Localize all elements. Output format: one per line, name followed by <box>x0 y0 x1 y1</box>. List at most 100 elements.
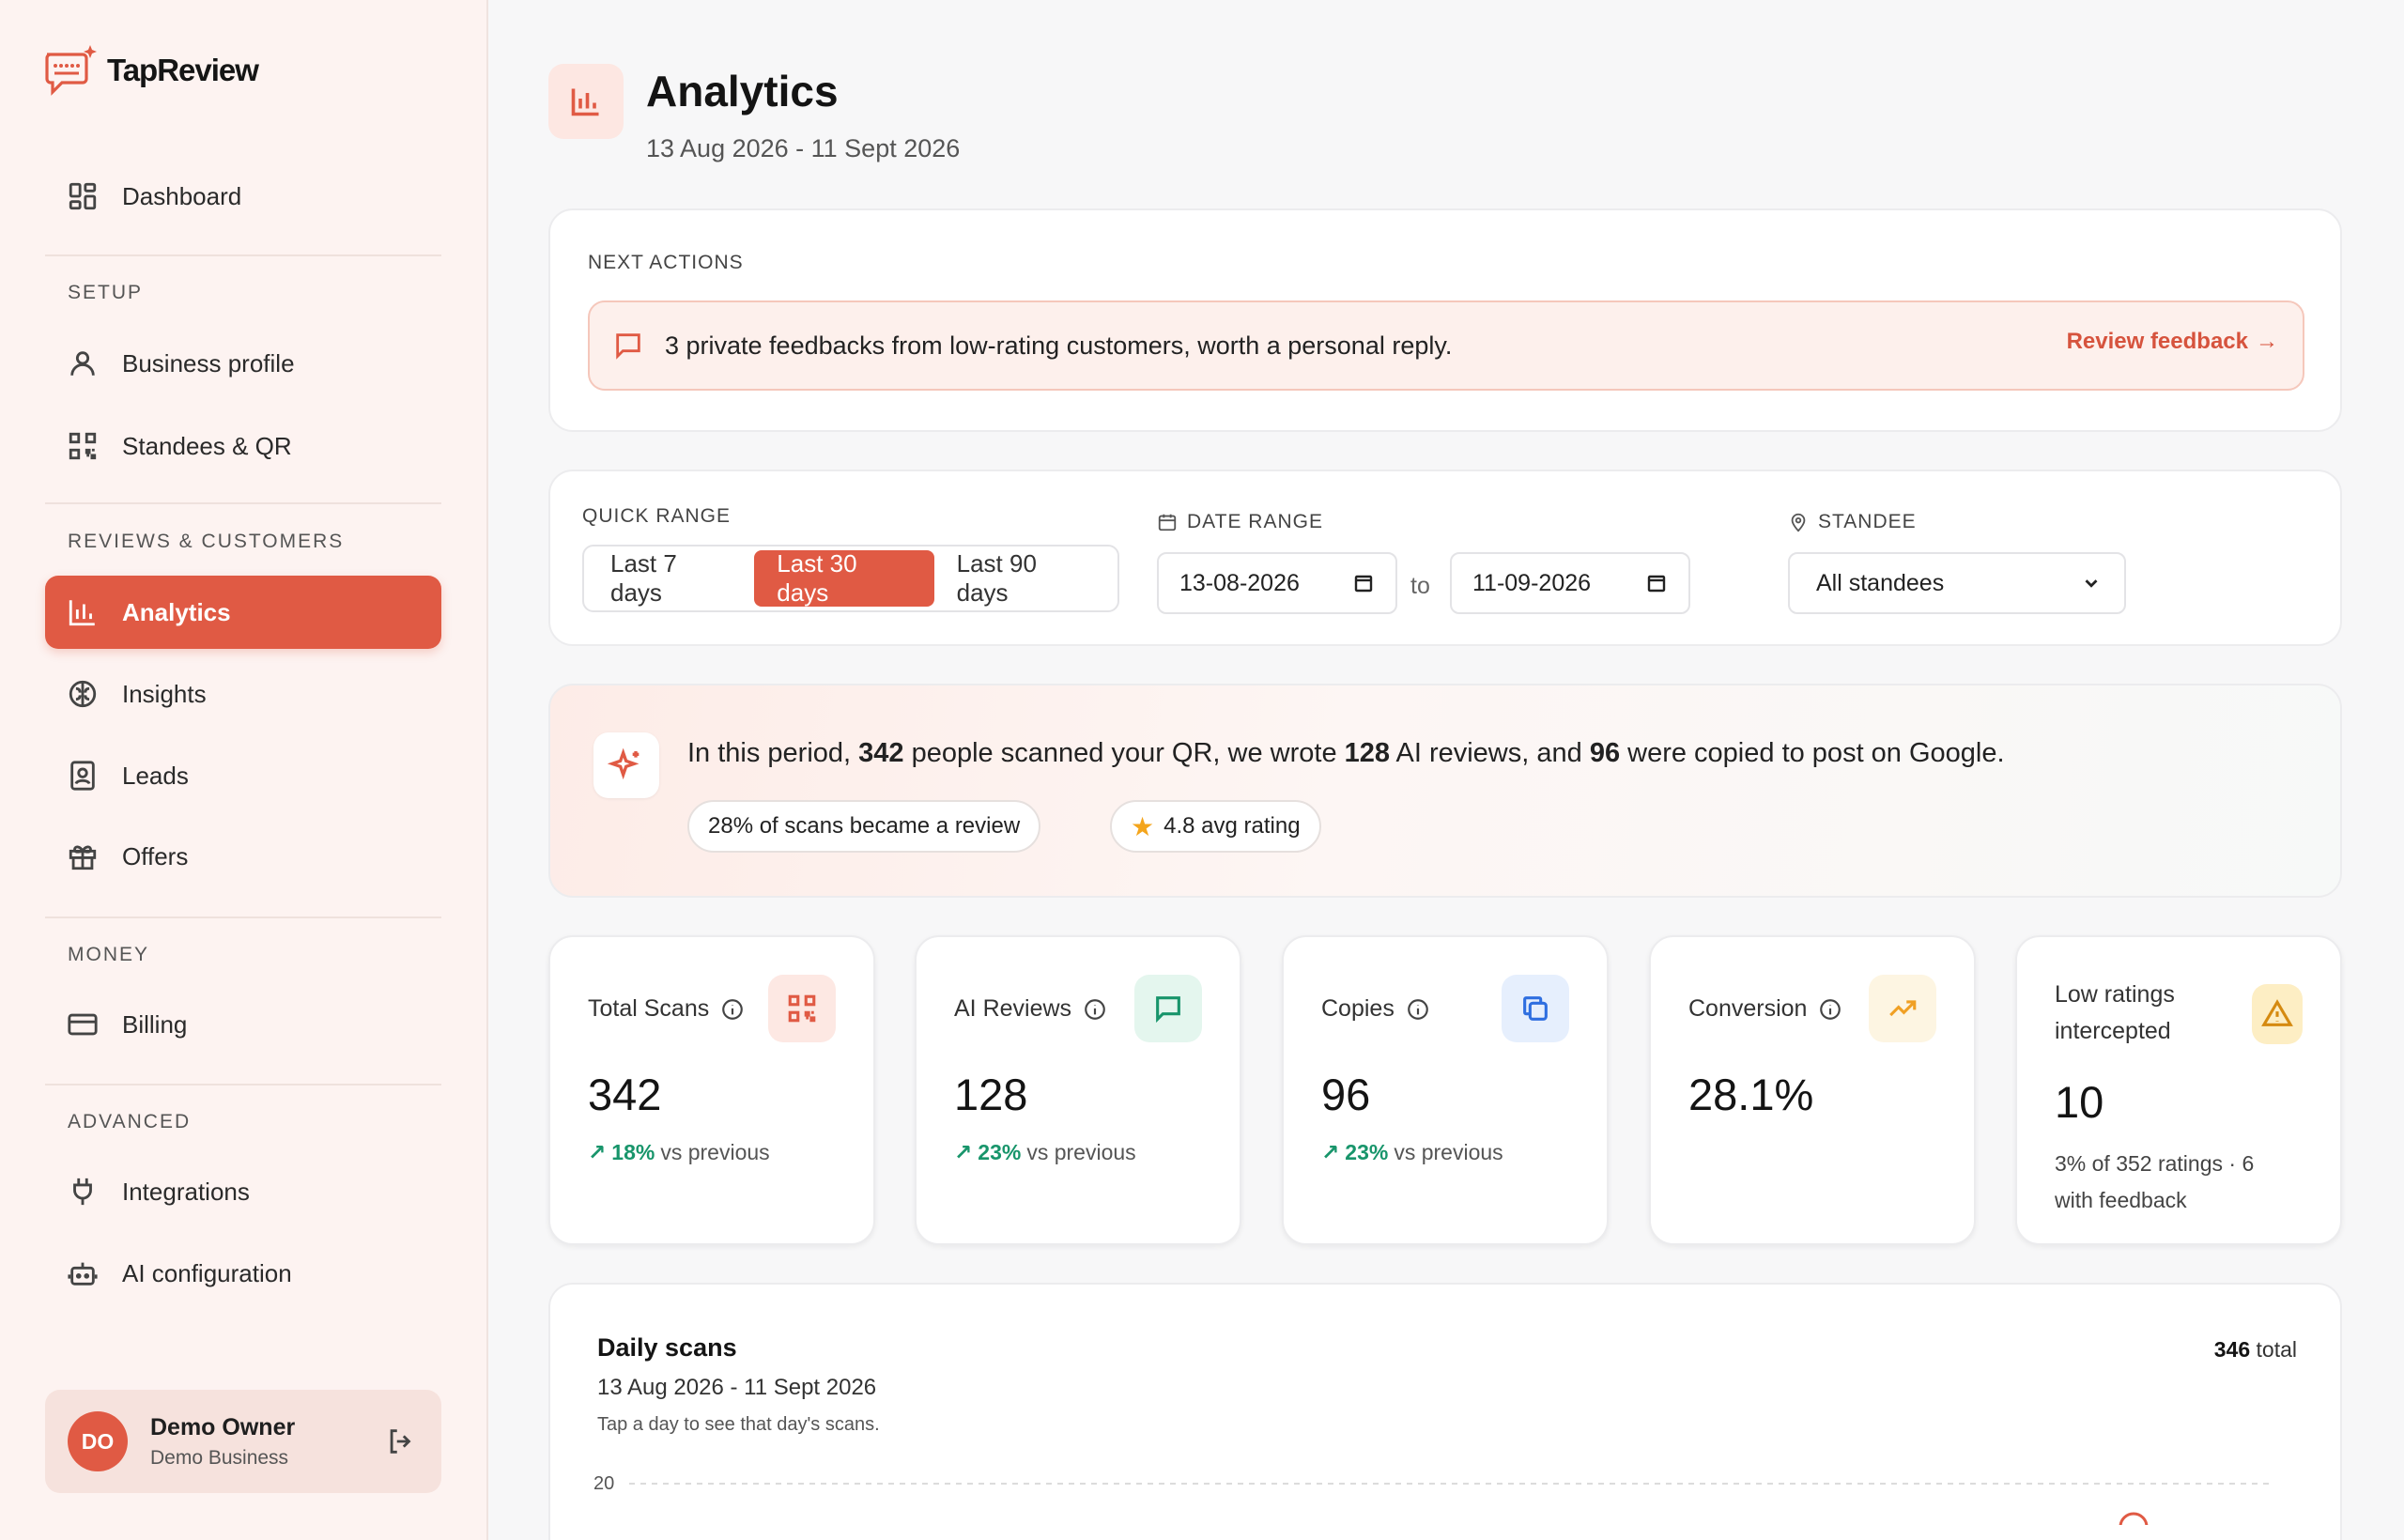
daily-scans-hint: Tap a day to see that day's scans. <box>597 1414 880 1435</box>
stat-card-total-scans: Total Scans 342 ↗ 18% vs previous <box>548 935 875 1245</box>
stat-note: 3% of 352 ratings · 6 with feedback <box>2055 1151 2255 1212</box>
y-tick-label: 20 <box>593 1473 614 1494</box>
trend-up-icon: ↗ <box>954 1140 973 1164</box>
sidebar-item-integrations[interactable]: Integrations <box>45 1155 441 1228</box>
alert-message: 3 private feedbacks from low-rating cust… <box>665 331 1453 360</box>
sidebar-item-label: Leads <box>122 761 189 790</box>
quick-range-segmented: Last 7 days Last 30 days Last 90 days <box>582 545 1119 612</box>
daily-scans-chart[interactable]: 20 <box>588 1459 2278 1525</box>
logout-icon[interactable] <box>385 1425 417 1457</box>
total-label: total <box>2256 1337 2297 1362</box>
sidebar-item-analytics[interactable]: Analytics <box>45 576 441 649</box>
calendar-icon <box>1158 514 1177 531</box>
standee-select[interactable]: All standees <box>1788 552 2126 614</box>
business-name: Demo Business <box>150 1446 289 1469</box>
sidebar-item-offers[interactable]: Offers <box>45 820 441 893</box>
sidebar-item-label: Standees & QR <box>122 431 292 460</box>
stat-card-ai-reviews: AI Reviews 128 ↗ 23% vs previous <box>915 935 1241 1245</box>
page-title: Analytics <box>646 67 839 116</box>
sidebar: TapReview Dashboard SETUP Business profi… <box>0 0 488 1540</box>
stat-value: 342 <box>588 1070 662 1119</box>
stat-label: Conversion <box>1688 995 1842 1023</box>
summary-mid1: people scanned your QR, we wrote <box>903 738 1345 768</box>
stat-delta: ↗ 23% vs previous <box>954 1140 1136 1165</box>
section-label-money: MONEY <box>68 944 150 965</box>
sidebar-item-standees[interactable]: Standees & QR <box>45 409 441 483</box>
summary-mid2: AI reviews, and <box>1390 738 1590 768</box>
daily-scans-title: Daily scans <box>597 1333 737 1362</box>
divider <box>45 1084 441 1086</box>
delta-value: 23% <box>1345 1140 1389 1164</box>
plug-icon <box>66 1175 100 1209</box>
star-icon: ★ <box>1131 811 1155 841</box>
summary-card: In this period, 342 people scanned your … <box>548 684 2342 898</box>
divider <box>45 254 441 256</box>
sidebar-item-business-profile[interactable]: Business profile <box>45 327 441 400</box>
standee-label-text: STANDEE <box>1818 511 1917 532</box>
info-icon[interactable] <box>1818 997 1842 1022</box>
section-label-reviews: REVIEWS & CUSTOMERS <box>68 531 345 552</box>
next-actions-label: NEXT ACTIONS <box>588 252 744 273</box>
sidebar-item-billing[interactable]: Billing <box>45 988 441 1061</box>
chevron-down-icon <box>2085 579 2098 588</box>
stat-label-text: Copies <box>1321 995 1395 1022</box>
stat-label-text: Conversion <box>1688 995 1808 1022</box>
credit-card-icon <box>66 1008 100 1041</box>
to-label: to <box>1410 573 1430 599</box>
section-label-setup: SETUP <box>68 282 144 303</box>
sidebar-item-leads[interactable]: Leads <box>45 739 441 812</box>
app-logo[interactable]: TapReview <box>43 43 259 98</box>
standee-select-value: All standees <box>1816 569 1945 596</box>
sidebar-item-ai-configuration[interactable]: AI configuration <box>45 1237 441 1310</box>
divider <box>45 502 441 504</box>
summary-scans: 342 <box>858 738 904 768</box>
sidebar-item-label: Billing <box>122 1009 188 1039</box>
date-range-label-text: DATE RANGE <box>1187 511 1323 532</box>
delta-value: 23% <box>978 1140 1022 1164</box>
bar-chart-icon <box>66 595 100 629</box>
stat-card-low-ratings: Low ratings intercepted 10 3% of 352 rat… <box>2015 935 2342 1245</box>
info-icon[interactable] <box>1406 997 1430 1022</box>
sidebar-item-label: Dashboard <box>122 181 242 210</box>
calendar-icon[interactable] <box>1352 572 1375 594</box>
date-to-value: 11-09-2026 <box>1472 569 1592 596</box>
sidebar-item-dashboard[interactable]: Dashboard <box>45 160 441 233</box>
arrow-right-icon: → <box>2256 329 2278 354</box>
summary-suffix: were copied to post on Google. <box>1620 738 2005 768</box>
user-name: Demo Owner <box>150 1413 296 1440</box>
quick-range-label: QUICK RANGE <box>582 505 732 527</box>
review-feedback-link[interactable]: Review feedback → <box>2067 329 2278 355</box>
data-point[interactable] <box>2119 1512 2149 1525</box>
sparkles-icon <box>593 732 659 798</box>
stat-value: 10 <box>2055 1077 2104 1127</box>
sidebar-item-label: Business profile <box>122 348 295 377</box>
range-7-days-button[interactable]: Last 7 days <box>588 549 754 607</box>
stat-value: 96 <box>1321 1070 1371 1119</box>
stat-label: AI Reviews <box>954 995 1107 1023</box>
feedback-alert: 3 private feedbacks from low-rating cust… <box>588 300 2304 391</box>
date-from-input[interactable]: 13-08-2026 <box>1157 552 1397 614</box>
delta-suffix: vs previous <box>1026 1140 1136 1164</box>
info-icon[interactable] <box>1083 997 1107 1022</box>
dashboard-icon <box>66 179 100 213</box>
stat-value: 28.1% <box>1688 1070 1814 1119</box>
range-90-days-button[interactable]: Last 90 days <box>934 549 1114 607</box>
logo-icon <box>45 45 97 96</box>
user-card[interactable]: DO Demo Owner Demo Business <box>45 1390 441 1493</box>
date-to-input[interactable]: 11-09-2026 <box>1450 552 1690 614</box>
brain-icon <box>66 677 100 711</box>
qr-icon <box>66 429 100 463</box>
sidebar-item-label: Offers <box>122 841 189 870</box>
summary-prefix: In this period, <box>687 738 859 768</box>
calendar-icon[interactable] <box>1645 572 1668 594</box>
summary-text: In this period, 342 people scanned your … <box>687 738 2005 769</box>
sidebar-item-insights[interactable]: Insights <box>45 657 441 731</box>
info-icon[interactable] <box>720 997 745 1022</box>
range-30-days-button[interactable]: Last 30 days <box>754 549 934 607</box>
summary-reviews: 128 <box>1344 738 1391 768</box>
avatar: DO <box>68 1411 128 1471</box>
user-icon <box>66 346 100 380</box>
delta-suffix: vs previous <box>1394 1140 1503 1164</box>
summary-copies: 96 <box>1589 738 1621 768</box>
stat-value: 128 <box>954 1070 1028 1119</box>
